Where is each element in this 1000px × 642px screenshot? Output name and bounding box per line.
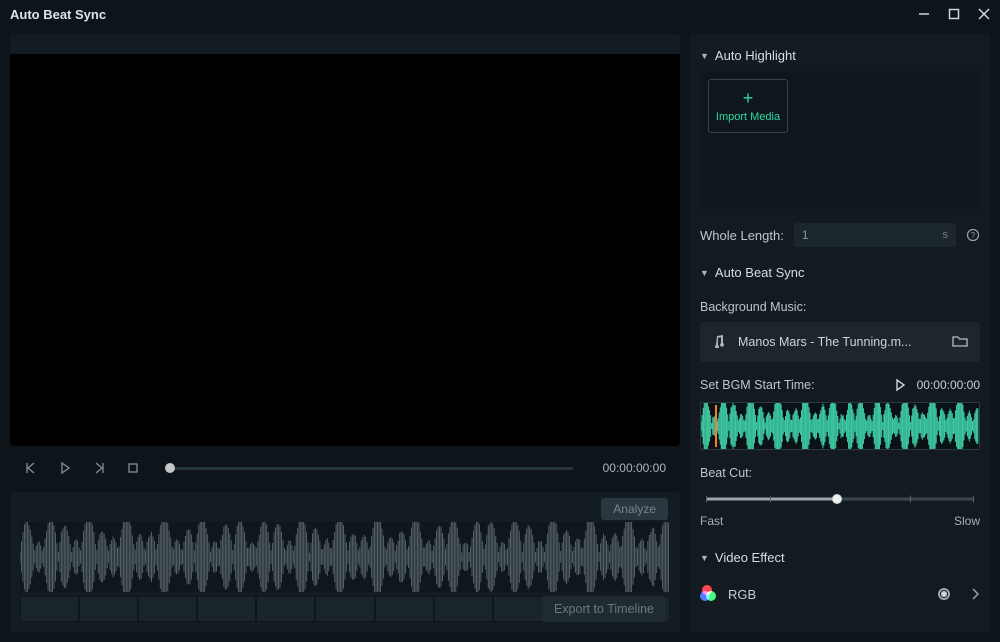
clip-slot[interactable] — [197, 596, 256, 622]
minimize-icon[interactable] — [918, 8, 930, 20]
window-title: Auto Beat Sync — [10, 7, 106, 22]
whole-length-value: 1 — [802, 228, 809, 242]
seek-thumb[interactable] — [165, 463, 175, 473]
music-filename: Manos Mars - The Tunning.m... — [738, 335, 940, 349]
video-effect-header: Video Effect — [715, 550, 785, 565]
bgm-waveform[interactable] — [700, 402, 980, 450]
browse-folder-icon[interactable] — [952, 334, 968, 351]
close-icon[interactable] — [978, 8, 990, 20]
help-icon[interactable]: ? — [966, 228, 980, 242]
maximize-icon[interactable] — [948, 8, 960, 20]
rgb-effect-icon — [700, 585, 718, 603]
collapse-icon[interactable]: ▼ — [700, 268, 709, 278]
chevron-right-icon[interactable] — [970, 588, 980, 600]
timeline-waveform[interactable] — [20, 522, 670, 592]
bgm-start-label: Set BGM Start Time: — [700, 378, 883, 392]
clip-slot[interactable] — [256, 596, 315, 622]
bgm-play-icon[interactable] — [893, 378, 907, 392]
svg-text:?: ? — [971, 231, 976, 240]
transport-bar: 00:00:00:00 — [10, 448, 680, 488]
preview-header — [10, 34, 680, 54]
video-effect-row[interactable]: RGB — [700, 585, 980, 613]
clip-slot[interactable] — [434, 596, 493, 622]
next-frame-icon[interactable] — [92, 461, 106, 475]
background-music-label: Background Music: — [700, 300, 980, 314]
import-media-label: Import Media — [716, 111, 780, 123]
auto-highlight-header: Auto Highlight — [715, 48, 796, 63]
stop-icon[interactable] — [126, 461, 140, 475]
beat-cut-label: Beat Cut: — [700, 466, 980, 480]
video-preview[interactable] — [10, 54, 680, 446]
right-panel: ▼ Auto Highlight + Import Media Whole Le… — [690, 34, 990, 632]
media-drop-area[interactable]: + Import Media — [700, 71, 980, 209]
analyze-button[interactable]: Analyze — [601, 498, 668, 520]
background-music-row: Manos Mars - The Tunning.m... — [700, 322, 980, 362]
clip-slot[interactable] — [375, 596, 434, 622]
music-note-icon — [712, 334, 726, 351]
bgm-start-time[interactable]: 00:00:00:00 — [917, 378, 980, 392]
clip-slot[interactable] — [315, 596, 374, 622]
whole-length-input[interactable]: 1 s — [794, 223, 956, 247]
video-effect-name: RGB — [728, 587, 756, 602]
effect-radio[interactable] — [938, 588, 950, 600]
plus-icon: + — [743, 89, 754, 107]
auto-beat-sync-header: Auto Beat Sync — [715, 265, 805, 280]
collapse-icon[interactable]: ▼ — [700, 553, 709, 563]
import-media-button[interactable]: + Import Media — [708, 79, 788, 133]
beat-cut-fast-label: Fast — [700, 514, 723, 528]
prev-frame-icon[interactable] — [24, 461, 38, 475]
bgm-cursor[interactable] — [715, 405, 717, 447]
clip-slot[interactable] — [20, 596, 79, 622]
beat-cut-thumb[interactable] — [832, 494, 842, 504]
titlebar: Auto Beat Sync — [0, 0, 1000, 28]
clip-slot[interactable] — [138, 596, 197, 622]
clip-slot[interactable] — [79, 596, 138, 622]
beat-cut-slow-label: Slow — [954, 514, 980, 528]
play-icon[interactable] — [58, 461, 72, 475]
beat-cut-slider[interactable] — [700, 490, 980, 508]
seek-slider[interactable] — [170, 467, 573, 470]
whole-length-unit: s — [943, 229, 949, 241]
export-to-timeline-button[interactable]: Export to Timeline — [542, 596, 666, 622]
whole-length-label: Whole Length: — [700, 228, 784, 243]
collapse-icon[interactable]: ▼ — [700, 51, 709, 61]
timecode-display: 00:00:00:00 — [603, 461, 666, 475]
